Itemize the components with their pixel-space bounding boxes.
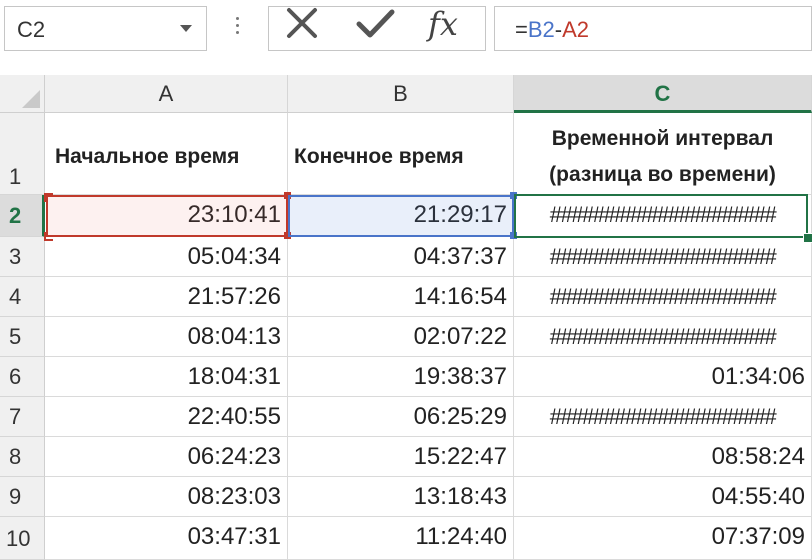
header-cell-interval[interactable]: Временной интервал (разница во времени)	[514, 113, 812, 195]
cell-a4[interactable]: 21:57:26	[45, 277, 288, 317]
cell-a6[interactable]: 18:04:31	[45, 357, 288, 397]
cell-b4[interactable]: 14:16:54	[288, 277, 514, 317]
header-cell-start-time[interactable]: Начальное время	[45, 113, 288, 195]
cell-b10[interactable]: 11:24:40	[288, 517, 514, 560]
cell-a9[interactable]: 08:23:03	[45, 477, 288, 517]
column-header-a[interactable]: A	[45, 75, 288, 113]
cell-a7[interactable]: 22:40:55	[45, 397, 288, 437]
cell-a3[interactable]: 05:04:34	[45, 237, 288, 277]
cell-c10[interactable]: 07:37:09	[514, 517, 812, 560]
name-box[interactable]: C2	[4, 6, 207, 51]
formula-input[interactable]: =B2-A2	[494, 6, 812, 51]
cell-b5[interactable]: 02:07:22	[288, 317, 514, 357]
cell-b3[interactable]: 04:37:37	[288, 237, 514, 277]
checkmark-icon[interactable]	[355, 6, 395, 40]
cell-a5[interactable]: 08:04:13	[45, 317, 288, 357]
ref-a2-corner-handle[interactable]	[44, 193, 53, 202]
header-cell-end-time[interactable]: Конечное время	[288, 113, 514, 195]
row-header-3[interactable]: 3	[0, 237, 45, 277]
cell-a10[interactable]: 03:47:31	[45, 517, 288, 560]
row-header-9[interactable]: 9	[0, 477, 45, 517]
select-all-button[interactable]	[0, 75, 45, 113]
row-header-7[interactable]: 7	[0, 397, 45, 437]
reference-range-a2	[46, 195, 288, 237]
cell-b6[interactable]: 19:38:37	[288, 357, 514, 397]
cell-c3[interactable]: #####################	[514, 237, 812, 277]
column-header-b[interactable]: B	[288, 75, 514, 113]
row-header-6[interactable]: 6	[0, 357, 45, 397]
header-interval-line2: (разница во времени)	[549, 163, 776, 186]
cell-c9[interactable]: 04:55:40	[514, 477, 812, 517]
ref-a2-corner-handle[interactable]	[44, 232, 53, 241]
cell-c8[interactable]: 08:58:24	[514, 437, 812, 477]
row-header-2[interactable]: 2	[0, 195, 45, 237]
row-header-1[interactable]: 1	[0, 113, 45, 195]
insert-function-button[interactable]: fx	[428, 5, 458, 43]
cell-c6[interactable]: 01:34:06	[514, 357, 812, 397]
formula-text: =B2-A2	[515, 17, 590, 42]
cell-b7[interactable]: 06:25:29	[288, 397, 514, 437]
cell-c7[interactable]: #####################	[514, 397, 812, 437]
active-cell-border	[514, 194, 808, 238]
fill-handle[interactable]	[803, 233, 812, 243]
row-header-5[interactable]: 5	[0, 317, 45, 357]
more-options-icon[interactable]	[231, 14, 243, 40]
cell-b9[interactable]: 13:18:43	[288, 477, 514, 517]
header-interval-line1: Временной интервал	[551, 127, 774, 150]
row-header-8[interactable]: 8	[0, 437, 45, 477]
column-header-c[interactable]: C	[514, 75, 812, 113]
cell-a8[interactable]: 06:24:23	[45, 437, 288, 477]
chevron-down-icon[interactable]	[180, 25, 192, 32]
name-box-value: C2	[17, 17, 46, 42]
cell-c5[interactable]: #####################	[514, 317, 812, 357]
reference-range-b2	[288, 195, 514, 237]
row-header-4[interactable]: 4	[0, 277, 45, 317]
formula-bar: C2 fx =B2-A2	[0, 0, 812, 64]
close-icon[interactable]	[282, 6, 322, 40]
cell-b8[interactable]: 15:22:47	[288, 437, 514, 477]
row-header-10[interactable]: 10	[0, 517, 45, 560]
cell-c4[interactable]: #####################	[514, 277, 812, 317]
